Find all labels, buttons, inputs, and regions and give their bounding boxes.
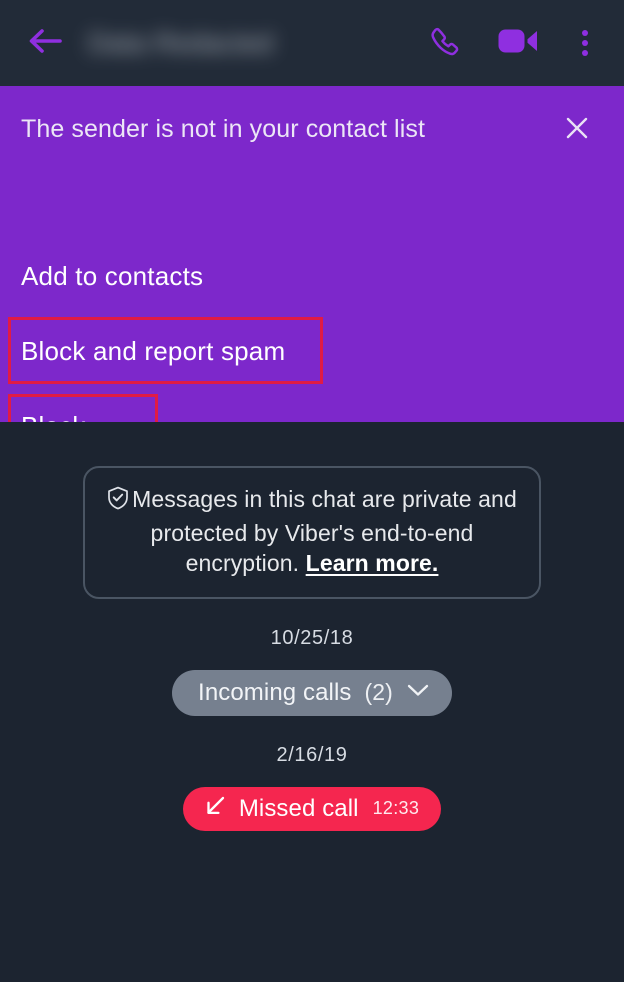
block-option[interactable]: Block — [21, 411, 86, 422]
banner-close-button[interactable] — [560, 113, 594, 147]
date-separator: 10/25/18 — [270, 626, 354, 649]
menu-dot — [582, 50, 588, 56]
chat-header: Data Redacted — [0, 0, 624, 86]
add-to-contacts-option[interactable]: Add to contacts — [21, 261, 203, 292]
contact-name: Data Redacted — [88, 27, 274, 58]
close-icon — [564, 115, 590, 146]
missed-call-time: 12:33 — [372, 798, 420, 819]
chevron-down-icon[interactable] — [406, 682, 430, 703]
video-call-button[interactable] — [498, 23, 538, 63]
contact-name-container[interactable]: Data Redacted — [68, 0, 424, 86]
spam-warning-banner: The sender is not in your contact list A… — [0, 86, 624, 422]
chat-message-area: Messages in this chat are private and pr… — [0, 422, 624, 982]
block-and-report-spam-option[interactable]: Block and report spam — [21, 336, 285, 367]
banner-title: The sender is not in your contact list — [21, 115, 425, 143]
viber-chat-screen: Data Redacted The sender is not in your … — [0, 0, 624, 982]
video-camera-icon — [497, 26, 539, 61]
banner-header-row: The sender is not in your contact list — [21, 114, 604, 147]
header-actions — [424, 23, 604, 63]
phone-call-icon — [428, 25, 460, 62]
incoming-calls-count: (2) — [364, 679, 393, 706]
incoming-calls-pill[interactable]: Incoming calls (2) — [172, 669, 452, 716]
overflow-menu-button[interactable] — [572, 26, 598, 60]
encryption-notice: Messages in this chat are private and pr… — [83, 466, 541, 599]
missed-call-pill[interactable]: Missed call 12:33 — [182, 786, 442, 831]
arrow-down-left-icon — [203, 794, 227, 823]
back-button[interactable] — [22, 20, 68, 66]
incoming-calls-label: Incoming calls — [198, 678, 352, 706]
missed-call-label: Missed call — [238, 794, 359, 822]
menu-dot — [582, 40, 588, 46]
date-separator: 2/16/19 — [276, 743, 348, 766]
back-arrow-icon — [25, 26, 65, 61]
missed-call-row: Missed call 12:33 — [0, 786, 624, 831]
shield-check-icon — [107, 486, 129, 518]
audio-call-button[interactable] — [424, 23, 464, 63]
menu-dot — [582, 30, 588, 36]
learn-more-link[interactable]: Learn more. — [306, 550, 439, 576]
incoming-calls-row: Incoming calls (2) — [0, 669, 624, 716]
